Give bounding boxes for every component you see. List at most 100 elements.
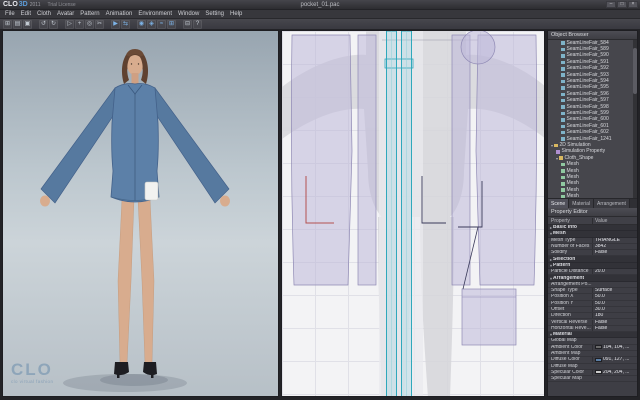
garment-jacket[interactable] [40, 83, 230, 207]
menu-avatar[interactable]: Avatar [54, 10, 77, 18]
move-icon[interactable]: + [75, 19, 84, 29]
property-value[interactable]: 104, 104, ... [592, 344, 637, 350]
tree-item-label: Simulation Property [561, 148, 606, 155]
property-value[interactable]: Surface [592, 288, 637, 294]
property-value[interactable]: 3842 [592, 244, 637, 250]
property-label: Mesh Type [551, 237, 576, 243]
tree-item-mesh[interactable]: Mesh [548, 193, 637, 198]
window-layout-icon[interactable]: ⊟ [183, 19, 192, 29]
pattern-piece-side-left[interactable] [357, 34, 377, 286]
property-value[interactable]: 30.0 [592, 307, 637, 312]
seamline-icon [561, 79, 565, 84]
color-swatch[interactable] [595, 345, 602, 350]
menu-window[interactable]: Window [175, 10, 202, 18]
avatar-leg-right [137, 198, 155, 364]
property-value-text: 091, 127, ... [603, 357, 630, 363]
tree-expand-icon[interactable]: ▾ [551, 143, 553, 148]
seamline-icon [561, 118, 565, 122]
tree-item-label: Mesh [566, 167, 579, 174]
seamline-icon [561, 73, 565, 77]
property-value-text: Surface [595, 288, 613, 294]
pattern-piece-pocket[interactable] [461, 288, 517, 346]
pattern-editor-2d[interactable] [281, 30, 545, 397]
property-label: Vertical Reverse [551, 319, 588, 325]
close-button[interactable]: × [628, 1, 638, 8]
pattern-piece-front-right[interactable] [475, 34, 538, 286]
tree-item-label: SeamLineFair_593 [566, 71, 609, 78]
section-expand-icon[interactable]: ▾ [550, 332, 552, 337]
column-property: Property [551, 217, 570, 224]
tree-scrollbar[interactable] [633, 40, 637, 198]
property-grid[interactable]: ▸ Basic Info ▾ Mesh Mesh Type TRIANGLE Number … [548, 225, 637, 396]
color-swatch[interactable] [595, 370, 602, 375]
object-browser-tree[interactable]: SeamLineFair_584 SeamLineFair_589 SeamLine… [548, 40, 637, 198]
help-icon[interactable]: ? [193, 19, 202, 29]
show-seamline-icon[interactable]: ≈ [157, 19, 166, 29]
property-value-text: 3842 [595, 244, 607, 250]
property-value[interactable]: False [592, 250, 637, 256]
jacket-pocket [144, 181, 159, 201]
menu-pattern[interactable]: Pattern [77, 10, 102, 18]
open-icon[interactable]: ▤ [13, 19, 22, 29]
undo-icon[interactable]: ↺ [39, 19, 48, 29]
property-value[interactable]: 091, 127, ... [592, 357, 637, 363]
section-expand-icon[interactable]: ▾ [550, 263, 552, 268]
property-value[interactable]: 50.0 [592, 300, 637, 306]
redo-icon[interactable]: ↻ [49, 19, 58, 29]
new-icon[interactable]: ⊞ [3, 19, 12, 29]
property-value[interactable]: 20.0 [592, 269, 637, 275]
property-value[interactable]: False [592, 325, 637, 331]
section-expand-icon[interactable]: ▸ [550, 257, 552, 262]
property-value[interactable]: 50.0 [592, 294, 637, 300]
folder-icon [554, 143, 558, 148]
maximize-button[interactable]: □ [617, 1, 627, 8]
pattern-piece-side-right[interactable] [451, 34, 471, 286]
property-value-text: 30.0 [595, 307, 605, 312]
avatar-hand-right [220, 195, 230, 207]
menu-cloth[interactable]: Cloth [34, 10, 54, 18]
save-icon[interactable]: ▣ [23, 19, 32, 29]
app-logo-3d: 3D [18, 1, 28, 8]
menu-help[interactable]: Help [227, 10, 245, 18]
tree-expand-icon[interactable]: ▾ [556, 156, 558, 161]
property-label: Solidify [551, 250, 568, 256]
simulate-icon[interactable]: ▶ [111, 19, 120, 29]
show-avatar-icon[interactable]: ◉ [137, 19, 146, 29]
show-grid-icon[interactable]: ⊞ [167, 19, 176, 29]
tree-scrollbar-thumb[interactable] [633, 48, 637, 94]
tree-item-label: 2D Simulation [559, 141, 591, 148]
pin-icon[interactable]: ◎ [85, 19, 94, 29]
menu-edit[interactable]: Edit [18, 10, 34, 18]
pattern-piece-front-left[interactable] [290, 34, 353, 286]
tree-item-label: SeamLineFair_596 [566, 90, 609, 97]
tab-scene[interactable]: Scene [548, 199, 570, 208]
section-expand-icon[interactable]: ▸ [550, 225, 552, 230]
property-value[interactable]: False [592, 319, 637, 325]
property-label: Arrangement Po... [551, 281, 592, 287]
menu-animation[interactable]: Animation [103, 10, 136, 18]
menu-environment[interactable]: Environment [135, 10, 175, 18]
minimize-button[interactable]: – [606, 1, 616, 8]
section-expand-icon[interactable]: ▾ [550, 276, 552, 281]
viewport-3d[interactable]: CLO clo virtual fashion [2, 30, 279, 397]
menu-setting[interactable]: Setting [202, 10, 227, 18]
avatar-render[interactable] [3, 31, 279, 397]
tree-item-label: SeamLineFair_602 [566, 129, 609, 136]
tab-arrangement[interactable]: Arrangement [593, 199, 630, 208]
property-label: Number of Faces [551, 244, 590, 250]
property-value[interactable]: TRIANGLE [592, 237, 637, 243]
show-cloth-icon[interactable]: ◈ [147, 19, 156, 29]
property-value[interactable]: 204, 204, ... [592, 369, 637, 375]
select-icon[interactable]: ▷ [65, 19, 74, 29]
sync-2d3d-icon[interactable]: ⇆ [121, 19, 130, 29]
property-editor-title: Property Editor [551, 209, 588, 215]
tab-material[interactable]: Material [569, 199, 594, 208]
property-label: Ambient Color [551, 344, 583, 350]
property-value[interactable]: 180 [592, 313, 637, 319]
section-expand-icon[interactable]: ▾ [550, 231, 552, 236]
scissors-icon[interactable]: ✂ [95, 19, 104, 29]
menu-file[interactable]: File [2, 10, 18, 18]
color-swatch[interactable] [595, 357, 602, 362]
pattern-piece-circle[interactable] [460, 31, 496, 65]
property-label: Specular Map [551, 376, 582, 382]
